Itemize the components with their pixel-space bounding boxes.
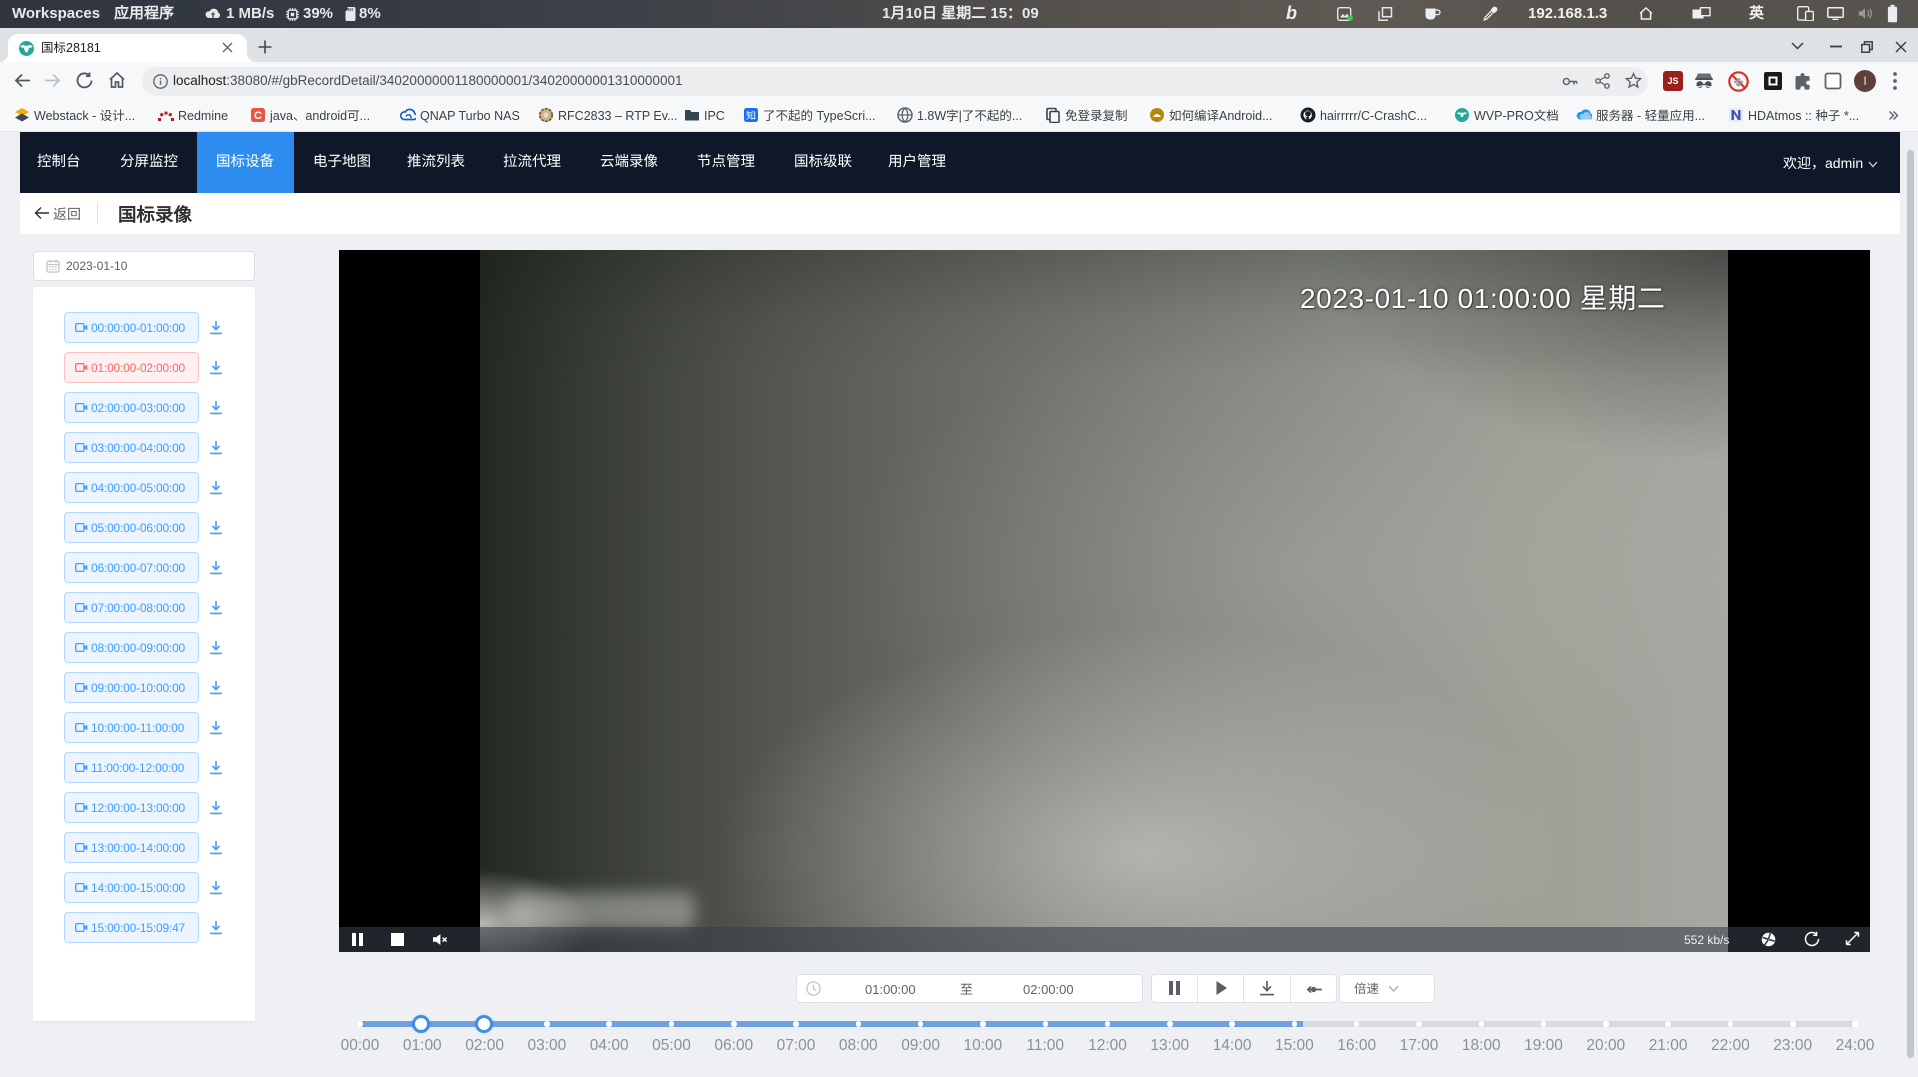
svg-text:知: 知 — [746, 110, 756, 122]
svg-text:C: C — [254, 110, 262, 122]
